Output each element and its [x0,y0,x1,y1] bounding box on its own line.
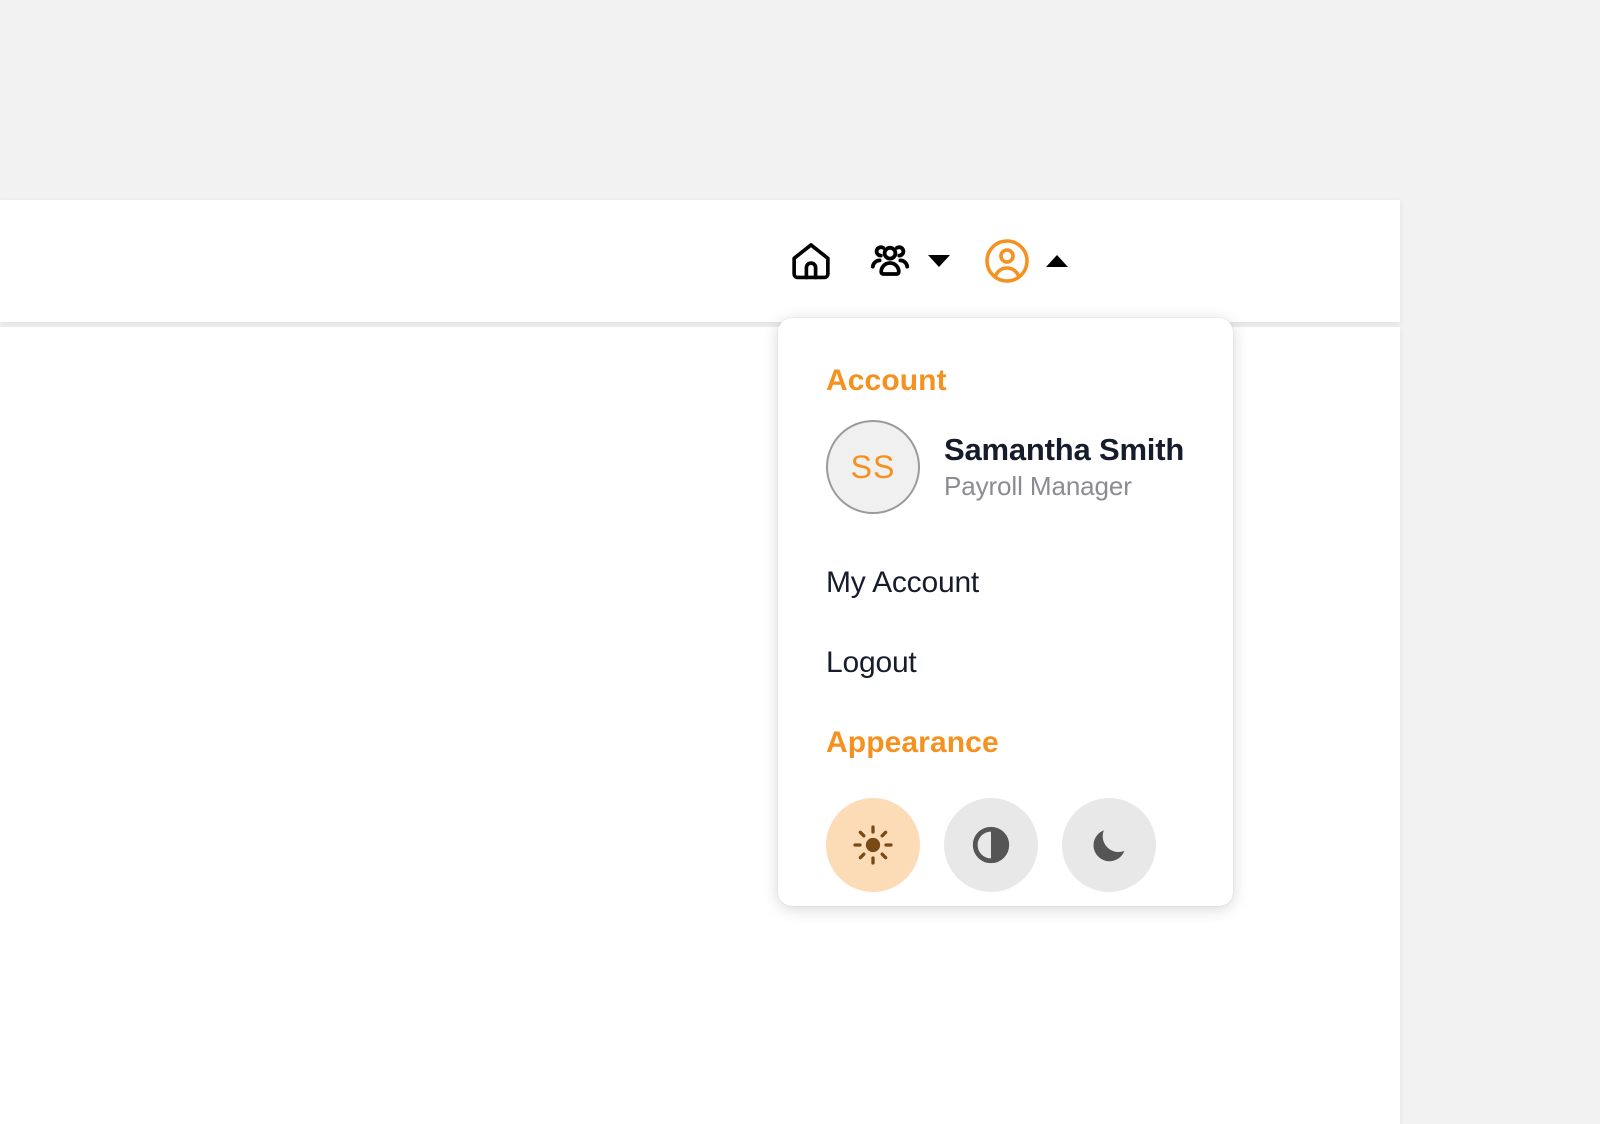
menu-item-logout[interactable]: Logout [826,646,1233,680]
profile-summary: SS Samantha Smith Payroll Manager [826,420,1233,514]
menu-item-my-account[interactable]: My Account [826,566,1233,600]
app-header [0,200,1400,322]
profile-name: Samantha Smith [944,432,1185,468]
user-circle-icon [982,236,1032,286]
theme-option-light[interactable] [826,798,920,892]
account-dropdown-menu: Account SS Samantha Smith Payroll Manage… [778,318,1233,906]
avatar: SS [826,420,920,514]
account-button[interactable] [982,236,1068,286]
home-icon [788,238,834,284]
header-actions [788,236,1068,286]
chevron-down-icon [928,255,950,267]
appearance-options [826,798,1233,892]
home-button[interactable] [788,238,834,284]
appearance-section-title: Appearance [826,726,999,759]
contrast-icon [969,823,1013,867]
sun-icon [851,823,895,867]
chevron-up-icon [1046,255,1068,267]
account-section-title: Account [826,364,947,397]
theme-option-system[interactable] [944,798,1038,892]
moon-icon [1087,823,1131,867]
profile-role: Payroll Manager [944,470,1132,501]
people-button[interactable] [866,237,950,285]
users-group-icon [866,237,914,285]
theme-option-dark[interactable] [1062,798,1156,892]
profile-text: Samantha Smith Payroll Manager [944,432,1184,502]
